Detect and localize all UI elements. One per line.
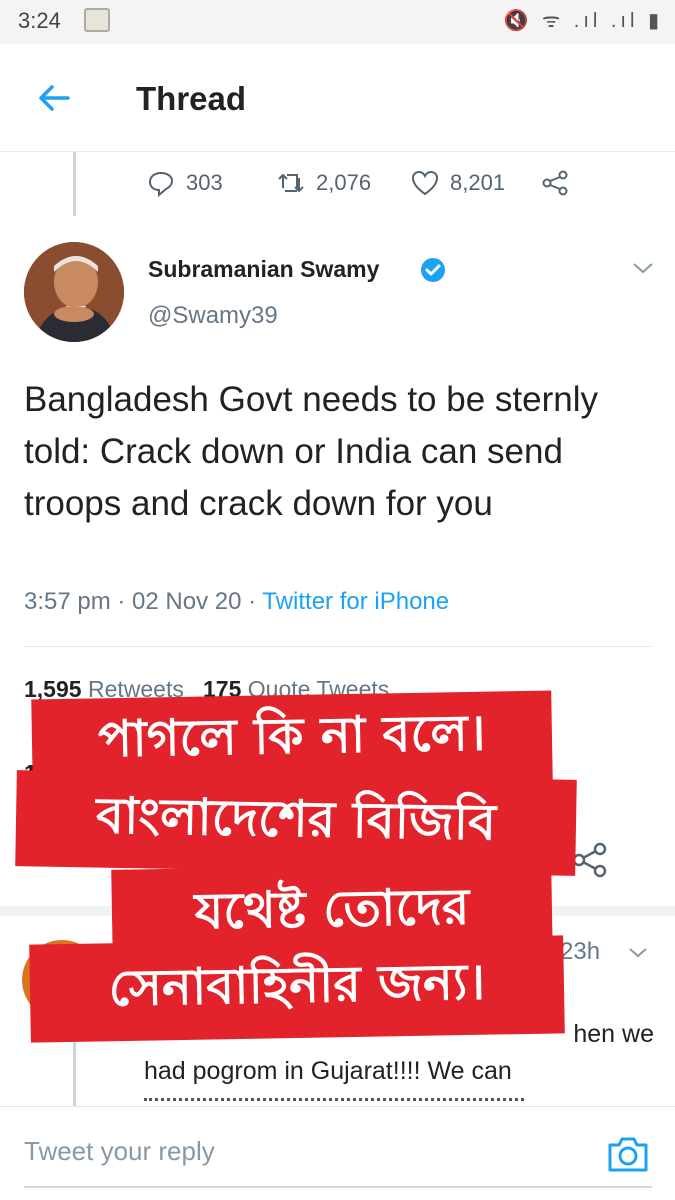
avatar-image bbox=[24, 242, 124, 342]
page-title: Thread bbox=[136, 80, 247, 117]
chevron-down-icon[interactable] bbox=[630, 258, 656, 278]
verified-badge-icon bbox=[421, 258, 445, 282]
retweet-action[interactable]: 2,076 bbox=[276, 166, 371, 200]
divider bbox=[24, 646, 652, 647]
status-icons: 🔇 ᯤ .ıl .ıl ▮ bbox=[503, 10, 663, 32]
tweet-time: 3:57 pm bbox=[24, 588, 111, 615]
share-action[interactable] bbox=[540, 166, 580, 200]
like-count: 8,201 bbox=[450, 170, 506, 195]
chevron-down-icon[interactable] bbox=[626, 944, 650, 962]
like-action[interactable]: 8,201 bbox=[410, 166, 505, 200]
thread-header bbox=[0, 44, 675, 152]
tweet-date: 02 Nov 20 bbox=[132, 588, 242, 615]
overlay-banner-line-2: বাংলাদেশের বিজিবি bbox=[15, 770, 577, 876]
share-icon[interactable] bbox=[570, 840, 610, 880]
avatar[interactable] bbox=[24, 242, 124, 342]
retweet-icon bbox=[278, 173, 304, 193]
author-handle[interactable]: @Swamy39 bbox=[148, 302, 278, 330]
share-icon bbox=[542, 170, 568, 196]
camera-icon[interactable] bbox=[606, 1134, 650, 1174]
thread-connector-line bbox=[73, 1040, 76, 1106]
divider bbox=[24, 1186, 652, 1188]
tweet-text: Bangladesh Govt needs to be sternly told… bbox=[24, 380, 598, 523]
author-name[interactable]: Subramanian Swamy bbox=[148, 256, 379, 283]
thread-connector-line bbox=[73, 152, 76, 216]
retweet-count: 2,076 bbox=[316, 170, 372, 195]
overlay-banner-line-4: সেনাবাহিনীর জন্য। bbox=[29, 935, 565, 1043]
heart-icon bbox=[411, 170, 439, 196]
tweet-source-link[interactable]: Twitter for iPhone bbox=[262, 588, 449, 615]
tweet-timestamp: 3:57 pm · 02 Nov 20 · Twitter for iPhone bbox=[24, 588, 450, 615]
status-time: 3:24 bbox=[18, 8, 61, 33]
reply-text-cutoff bbox=[144, 1092, 654, 1106]
reply-time: 23h bbox=[560, 938, 601, 965]
reply-icon bbox=[148, 171, 174, 198]
reply-input[interactable] bbox=[24, 1136, 504, 1167]
notification-thumbnail-icon bbox=[84, 8, 110, 32]
arrow-left-icon[interactable] bbox=[34, 78, 74, 118]
reply-text-line-2: had pogrom in Gujarat!!!! We can bbox=[144, 1057, 512, 1085]
reply-action[interactable]: 303 bbox=[146, 166, 223, 200]
reply-count: 303 bbox=[186, 170, 223, 195]
